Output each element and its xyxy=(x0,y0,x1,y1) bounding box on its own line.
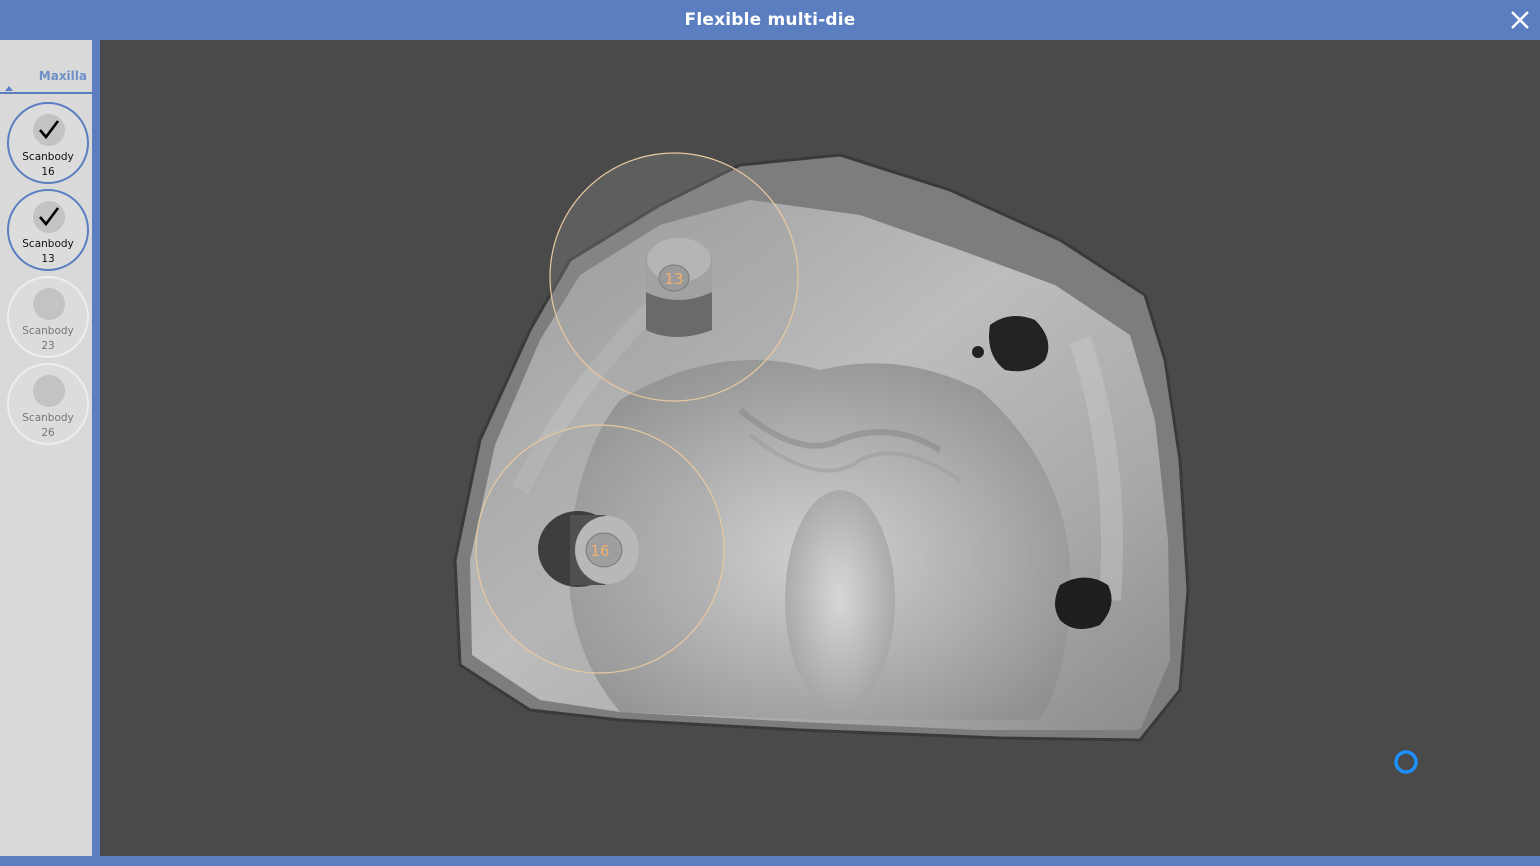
sidebar-item-label: Scanbody xyxy=(22,151,74,163)
tab-maxilla[interactable]: Maxilla xyxy=(0,66,94,94)
bottom-bar xyxy=(0,856,1540,866)
checkmark-icon xyxy=(33,201,65,233)
pending-indicator-icon xyxy=(33,375,65,407)
scanbody-sidebar: Maxilla Scanbody 16 Scanbody 13 Scanbody… xyxy=(0,40,96,856)
marker-label-13: 13 xyxy=(664,270,683,288)
sidebar-item-number: 16 xyxy=(41,166,55,178)
close-icon xyxy=(1511,11,1529,29)
3d-viewport[interactable]: 13 16 xyxy=(100,40,1540,856)
sidebar-item-number: 23 xyxy=(41,340,55,352)
tab-maxilla-label: Maxilla xyxy=(38,69,87,83)
app-window: Flexible multi-die Maxilla Scanbody 16 S… xyxy=(0,0,1540,866)
window-title: Flexible multi-die xyxy=(684,10,856,30)
sidebar-item-label: Scanbody xyxy=(22,238,74,250)
sidebar-item-scanbody-23[interactable]: Scanbody 23 xyxy=(7,276,89,358)
scanbody-marker-13[interactable]: 13 xyxy=(549,152,799,402)
checkmark-icon xyxy=(33,114,65,146)
tab-caret-icon xyxy=(5,86,13,91)
sidebar-item-label: Scanbody xyxy=(22,325,74,337)
sidebar-item-label: Scanbody xyxy=(22,412,74,424)
loading-spinner-icon xyxy=(1394,750,1418,774)
marker-label-16: 16 xyxy=(590,542,609,560)
sidebar-item-scanbody-13[interactable]: Scanbody 13 xyxy=(7,189,89,271)
title-bar: Flexible multi-die xyxy=(0,0,1540,40)
sidebar-item-scanbody-26[interactable]: Scanbody 26 xyxy=(7,363,89,445)
sidebar-item-scanbody-16[interactable]: Scanbody 16 xyxy=(7,102,89,184)
pending-indicator-icon xyxy=(33,288,65,320)
close-button[interactable] xyxy=(1506,6,1534,34)
viewport-canvas: 13 16 xyxy=(453,152,1418,774)
sidebar-item-number: 26 xyxy=(41,427,55,439)
scanbody-marker-16[interactable]: 16 xyxy=(475,424,725,674)
sidebar-item-number: 13 xyxy=(41,253,55,265)
